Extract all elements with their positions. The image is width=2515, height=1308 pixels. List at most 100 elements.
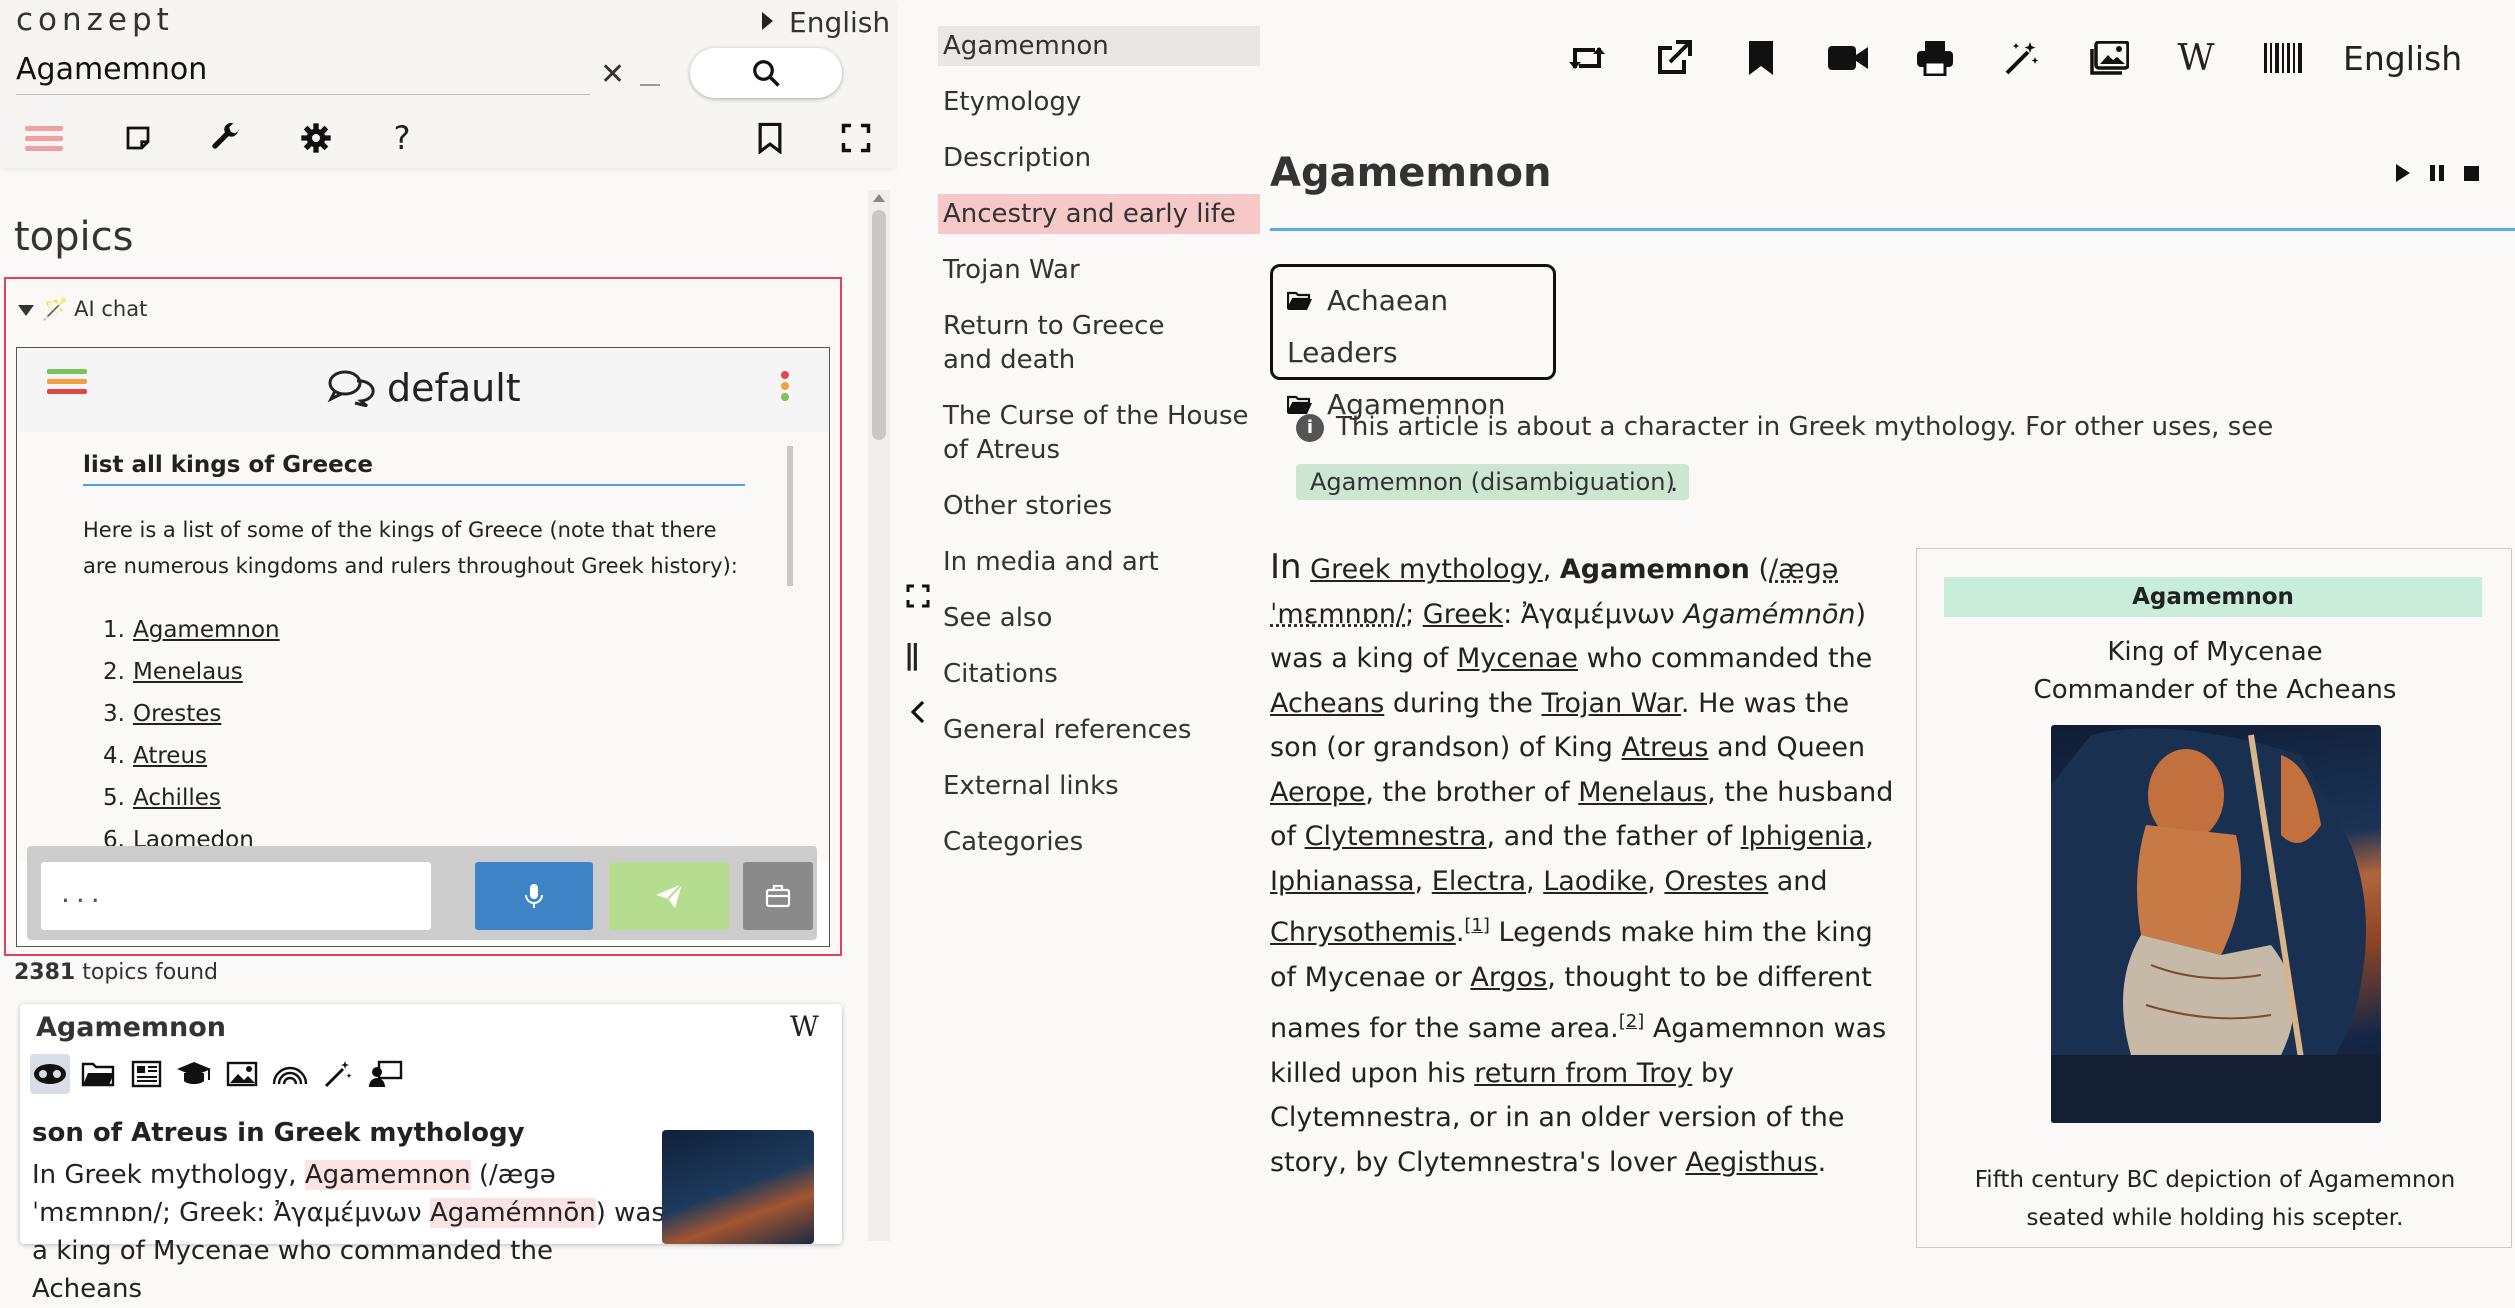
fullscreen-button[interactable] (836, 118, 876, 158)
topic-card[interactable]: Agamemnon W son of Atreus in Greek mytho… (20, 1004, 842, 1304)
article-language[interactable]: English (2343, 39, 2462, 78)
link[interactable]: Atreus (1622, 732, 1709, 763)
link[interactable]: Iphigenia (1741, 821, 1866, 852)
toc-item[interactable]: General references (938, 710, 1260, 750)
king-link[interactable]: Achilles (133, 785, 221, 811)
toc-item[interactable]: Description (938, 138, 1260, 178)
collapse-sidebar-icon[interactable] (910, 700, 926, 728)
search-input[interactable]: Agamemnon (16, 50, 590, 95)
link[interactable]: Mycenae (1457, 643, 1578, 674)
link[interactable]: Laodike (1543, 866, 1647, 897)
barcode-button[interactable] (2256, 28, 2310, 88)
brand-logo[interactable]: conzept (16, 2, 174, 38)
link[interactable]: return from Troy (1474, 1058, 1692, 1089)
send-button[interactable] (609, 862, 729, 930)
reference-link[interactable]: [1] (1464, 915, 1490, 936)
chat-answer: Here is a list of some of the kings of G… (83, 512, 743, 584)
toc-item[interactable]: Categories (938, 822, 1260, 862)
search-button[interactable] (690, 48, 842, 98)
wikipedia-icon[interactable]: W (790, 1010, 819, 1043)
video-button[interactable] (1821, 28, 1875, 88)
toc-item[interactable]: External links (938, 766, 1260, 806)
text: during the (1392, 687, 1533, 719)
toc-item[interactable]: Citations (938, 654, 1260, 694)
chat-scrollbar[interactable] (787, 446, 793, 586)
chat-menu-button[interactable] (47, 364, 87, 399)
toc-item[interactable]: Other stories (938, 486, 1260, 526)
mic-button[interactable] (475, 862, 593, 930)
link[interactable]: Menelaus (1578, 777, 1707, 808)
king-link[interactable]: Menelaus (133, 659, 243, 685)
image-icon[interactable] (222, 1054, 262, 1094)
link[interactable]: Greek mythology (1310, 554, 1543, 585)
link[interactable]: Acheans (1270, 688, 1384, 719)
bookmark-icon (1749, 41, 1773, 75)
clear-search-icon[interactable]: ✕ (600, 57, 625, 92)
retweet-button[interactable] (1560, 28, 1614, 88)
wikipedia-button[interactable]: W (2169, 28, 2223, 88)
folder-link[interactable]: Achaean Leaders (1286, 275, 1539, 379)
link[interactable]: Orestes (1664, 866, 1768, 897)
link-greek[interactable]: Greek (581, 554, 643, 578)
topic-card-title[interactable]: Agamemnon (36, 1012, 226, 1043)
chat-input-bar: ... (27, 846, 817, 940)
link-greece[interactable]: Greece (468, 518, 543, 542)
toc-item[interactable]: In media and art (938, 542, 1260, 582)
topic-card-thumbnail[interactable] (662, 1130, 814, 1244)
link[interactable]: Iphianassa (1270, 866, 1415, 897)
link[interactable]: Aegisthus (1685, 1147, 1817, 1178)
toc-item[interactable]: Etymology (938, 82, 1260, 122)
language-selector[interactable]: English (762, 6, 890, 39)
teacher-icon[interactable] (366, 1054, 406, 1094)
pause-icon[interactable] (2430, 165, 2444, 181)
newspaper-icon[interactable] (126, 1054, 166, 1094)
link[interactable]: Clytemnestra (1305, 821, 1487, 852)
ai-chat-toggle[interactable]: 🪄 AI chat (18, 297, 147, 322)
notes-button[interactable] (118, 118, 158, 158)
images-button[interactable] (2082, 28, 2136, 88)
infobox-image[interactable] (2051, 725, 2381, 1123)
resize-handle-icon[interactable]: || (904, 638, 921, 671)
chat-options-button[interactable] (781, 368, 789, 404)
toc-item[interactable]: See also (938, 598, 1260, 638)
folder-icon[interactable] (78, 1054, 118, 1094)
menu-button[interactable] (24, 118, 64, 158)
tools-button[interactable] (206, 118, 246, 158)
link[interactable]: Electra (1432, 866, 1526, 897)
print-button[interactable] (1908, 28, 1962, 88)
fullscreen-article-icon[interactable] (906, 584, 930, 612)
link[interactable]: Greek (1423, 599, 1503, 630)
help-button[interactable]: ? (382, 118, 422, 158)
link[interactable]: Chrysothemis (1270, 917, 1456, 948)
magic-wand-icon[interactable] (318, 1054, 358, 1094)
toc-item[interactable]: Ancestry and early life (938, 194, 1260, 234)
rainbow-icon[interactable] (270, 1054, 310, 1094)
reference-link[interactable]: [2] (1619, 1011, 1645, 1032)
infobox-subtitle-line: Commander of the Acheans (2033, 675, 2397, 705)
king-link[interactable]: Agamemnon (133, 617, 280, 643)
king-link[interactable]: Atreus (133, 743, 207, 769)
king-link[interactable]: Orestes (133, 701, 221, 727)
clear-chat-button[interactable] (743, 862, 813, 930)
toc-item[interactable]: The Curse of the House of Atreus (938, 396, 1258, 470)
link[interactable]: Trojan War (1541, 688, 1680, 719)
gear-icon (301, 123, 331, 153)
mask-icon[interactable] (30, 1054, 70, 1094)
bookmark-button[interactable] (1734, 28, 1788, 88)
link[interactable]: Argos (1470, 962, 1547, 993)
toc-item[interactable]: Trojan War (938, 250, 1260, 290)
scrollbar-thumb[interactable] (872, 210, 886, 440)
settings-button[interactable] (296, 118, 336, 158)
play-icon[interactable] (2396, 164, 2410, 182)
chat-input[interactable]: ... (41, 862, 431, 930)
toc-item[interactable]: Return to Greece and death (938, 306, 1218, 380)
toc-item[interactable]: Agamemnon (938, 26, 1260, 66)
link[interactable]: Aerope (1270, 777, 1365, 808)
disambiguation-link[interactable]: Agamemnon (disambiguation) (1296, 464, 1689, 500)
ai-button[interactable] (1995, 28, 2049, 88)
graduation-cap-icon[interactable] (174, 1054, 214, 1094)
scroll-up-arrow-icon[interactable] (873, 194, 885, 202)
bookmarks-button[interactable] (750, 118, 790, 158)
open-external-button[interactable] (1647, 28, 1701, 88)
stop-icon[interactable] (2464, 166, 2479, 181)
